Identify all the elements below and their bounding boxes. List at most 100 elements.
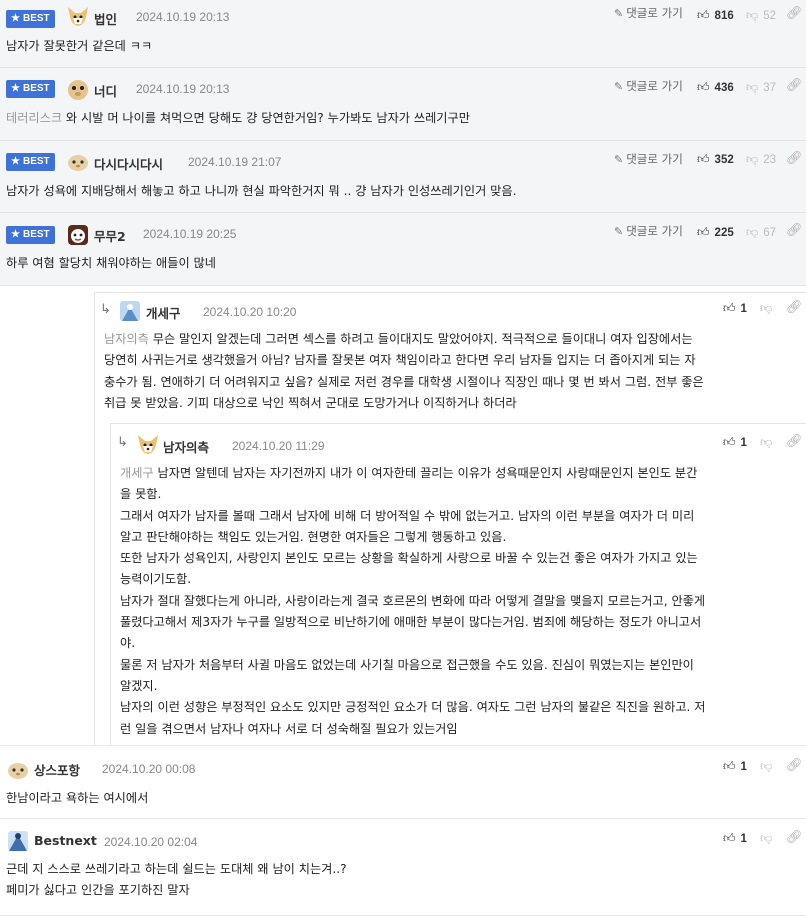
upvote-button[interactable]: 👍︎ 1	[723, 301, 747, 316]
pen-icon: ✎	[614, 225, 624, 238]
link-icon[interactable]: 🔗︎	[786, 6, 803, 21]
text-line: 능력이기도함.	[120, 572, 192, 587]
avatar	[138, 435, 158, 454]
comment-date: 2024.10.19 20:13	[136, 10, 230, 24]
downvote-button[interactable]: 👎︎ 37	[746, 80, 776, 95]
reply-comment: ↳ 개세구 2024.10.20 10:20 👍︎ 1 👎︎ 🔗︎ 남자의측 무슨…	[0, 286, 806, 423]
thumbs-up-icon: 👍︎	[723, 831, 736, 845]
avatar	[68, 155, 88, 171]
reply-link[interactable]: ✎ 댓글로 가기	[614, 223, 683, 239]
upvote-button[interactable]: 👍︎ 225	[697, 225, 734, 240]
upvote-button[interactable]: 👍︎ 352	[697, 152, 734, 167]
reply-link[interactable]: ✎ 댓글로 가기	[614, 5, 683, 21]
thumbs-up-icon: 👍︎	[697, 152, 710, 166]
pen-icon: ✎	[614, 7, 624, 20]
downvote-button[interactable]: 👎︎	[760, 759, 777, 774]
avatar	[120, 301, 140, 321]
text-line: 런 일을 겪으면서 남자나 여자나 서로 더 성숙해질 필요가 있는거임	[120, 721, 458, 736]
upvote-button[interactable]: 👍︎ 1	[723, 759, 747, 774]
downvote-button[interactable]: 👎︎	[760, 831, 777, 846]
comment-text: 한남이라고 욕하는 여시에서	[6, 791, 149, 805]
thumbs-up-icon: 👍︎	[697, 80, 710, 94]
link-icon[interactable]: 🔗︎	[786, 223, 803, 238]
thumbs-down-icon: 👎︎	[760, 831, 773, 845]
comment: Bestnext 2024.10.20 02:04 👍︎ 1 👎︎ 🔗︎ 근데 지…	[0, 819, 806, 916]
reply-link[interactable]: ✎ 댓글로 가기	[614, 151, 683, 167]
text-line: 풀렸다고해서 제3자가 누구를 일방적으로 비난하기에 애매한 부분이 많다는거…	[120, 615, 702, 630]
text-line: 충수가 됨. 연애하기 더 어려워지고 싶음? 실제로 저런 경우를 대학생 시…	[104, 374, 704, 389]
author-name[interactable]: 무무2	[94, 226, 126, 245]
comment-date: 2024.10.20 10:20	[203, 305, 297, 319]
mention-link[interactable]: 개세구	[120, 466, 154, 480]
pen-icon: ✎	[614, 80, 624, 93]
comment-date: 2024.10.19 21:07	[188, 155, 282, 169]
author-name[interactable]: 다시다시다시	[94, 154, 163, 173]
text-line: 남자의 이런 성향은 부정적인 요소도 있지만 긍정적인 요소가 더 많음. 여…	[120, 700, 706, 715]
upvote-button[interactable]: 👍︎ 436	[697, 80, 734, 95]
reply-arrow-icon: ↳	[100, 302, 111, 317]
text-line: 을 못함.	[120, 487, 162, 502]
link-icon[interactable]: 🔗︎	[786, 830, 803, 845]
reply-comment: ↳ 남자의측 2024.10.20 11:29 👍︎ 1 👎︎ 🔗︎ 개세구 남자…	[0, 423, 806, 746]
link-icon[interactable]: 🔗︎	[786, 78, 803, 93]
thumbs-down-icon: 👎︎	[746, 225, 759, 239]
author-name[interactable]: 너디	[94, 81, 117, 100]
comment: ★ BEST 다시다시다시 2024.10.19 21:07 ✎ 댓글로 가기 👍︎…	[0, 141, 806, 213]
thumbs-up-icon: 👍︎	[723, 759, 736, 773]
comment-date: 2024.10.19 20:13	[136, 82, 230, 96]
comment-text: 테러리스크 와 시발 머 나이를 쳐먹으면 당해도 걍 당연한거임? 누가봐도 …	[6, 111, 470, 125]
downvote-button[interactable]: 👎︎	[760, 435, 777, 450]
downvote-button[interactable]: 👎︎ 23	[746, 152, 776, 167]
avatar	[8, 763, 28, 779]
text-line: 남자가 절대 잘했다는게 아니라, 사랑이라는게 결국 호르몬의 변화에 따라 …	[120, 593, 706, 608]
comment-date: 2024.10.20 00:08	[102, 762, 196, 776]
author-name[interactable]: Bestnext	[34, 833, 97, 848]
author-name[interactable]: 상스포항	[34, 760, 80, 779]
best-badge: ★ BEST	[6, 80, 55, 98]
comment: ★ BEST 법인 2024.10.19 20:13 ✎ 댓글로 가기 👍︎ 816 …	[0, 0, 806, 68]
text-line: 알겠지.	[120, 678, 158, 693]
avatar	[68, 7, 88, 26]
link-icon[interactable]: 🔗︎	[786, 758, 803, 773]
star-icon: ★	[11, 83, 20, 94]
comment: 상스포항 2024.10.20 00:08 👍︎ 1 👎︎ 🔗︎ 한남이라고 욕하…	[0, 746, 806, 819]
avatar	[68, 80, 88, 100]
link-icon[interactable]: 🔗︎	[786, 300, 803, 315]
avatar	[68, 225, 88, 245]
link-icon[interactable]: 🔗︎	[786, 434, 803, 449]
mention-link[interactable]: 남자의측	[104, 332, 149, 346]
thumbs-up-icon: 👍︎	[723, 301, 736, 315]
reply-link[interactable]: ✎ 댓글로 가기	[614, 78, 683, 94]
comment-text: 남자가 성욕에 지배당해서 해놓고 하고 나니까 현실 파악한거지 뭐 .. 걍…	[6, 184, 517, 198]
text-line: 당연히 사귀는거로 생각했을거 아님? 남자를 잘못본 여자 책임이라고 한다면…	[104, 353, 696, 368]
thumbs-up-icon: 👍︎	[723, 435, 736, 449]
text-line: 개세구 남자면 알텐데 남자는 자기전까지 내가 이 여자한테 끌리는 이유가 …	[120, 466, 698, 480]
author-name[interactable]: 개세구	[146, 303, 181, 322]
text-line: 그래서 여자가 남자를 볼때 그래서 남자에 비해 더 방어적일 수 밖에 없는…	[120, 508, 695, 523]
upvote-button[interactable]: 👍︎ 816	[697, 8, 734, 23]
best-badge: ★ BEST	[6, 10, 55, 28]
downvote-button[interactable]: 👎︎ 67	[746, 225, 776, 240]
downvote-button[interactable]: 👎︎ 52	[746, 8, 776, 23]
mention-link[interactable]: 테러리스크	[6, 111, 62, 125]
comment-text: 개세구 남자면 알텐데 남자는 자기전까지 내가 이 여자한테 끌리는 이유가 …	[120, 463, 804, 740]
text-line: 야.	[120, 636, 136, 651]
reply-arrow-icon: ↳	[117, 435, 128, 450]
thumbs-up-icon: 👍︎	[697, 8, 710, 22]
thumbs-down-icon: 👎︎	[760, 435, 773, 449]
downvote-button[interactable]: 👎︎	[760, 301, 777, 316]
comment: ★ BEST 무무2 2024.10.19 20:25 ✎ 댓글로 가기 👍︎ 225…	[0, 213, 806, 286]
author-name[interactable]: 법인	[94, 9, 117, 28]
comment-text: 남자가 잘못한거 같은데 ㅋㅋ	[6, 39, 153, 53]
thumbs-down-icon: 👎︎	[746, 80, 759, 94]
upvote-button[interactable]: 👍︎ 1	[723, 831, 747, 846]
comment-date: 2024.10.20 11:29	[232, 439, 325, 453]
text-line: 취급 못 받았음. 기피 대상으로 낙인 찍혀서 군대로 도망가거나 이직하거나…	[104, 395, 517, 410]
author-name[interactable]: 남자의측	[163, 437, 209, 456]
upvote-button[interactable]: 👍︎ 1	[723, 435, 747, 450]
text-line: 또한 남자가 성욕인지, 사랑인지 본인도 모르는 상황을 확실하게 사랑으로 …	[120, 551, 698, 566]
text-line: 물론 저 남자가 처음부터 사귈 마음도 없었는데 사기칠 마음으로 접근했을 …	[120, 657, 694, 672]
link-icon[interactable]: 🔗︎	[786, 151, 803, 166]
text-line: 페미가 싫다고 인간을 포기하진 말자	[6, 883, 190, 898]
star-icon: ★	[11, 229, 20, 240]
